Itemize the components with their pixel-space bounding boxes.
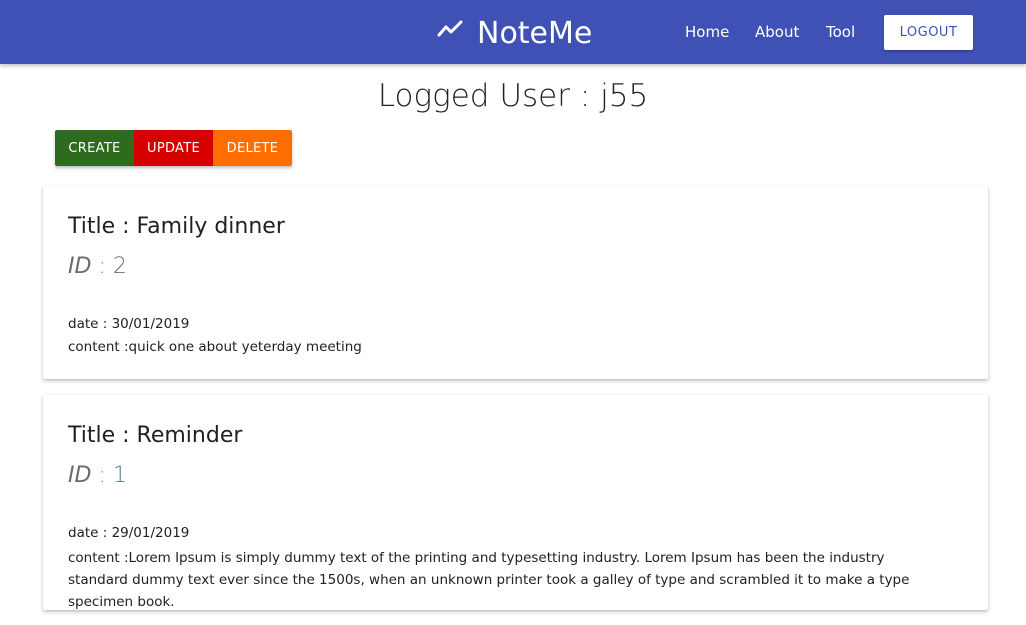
note-id-label: ID xyxy=(68,254,92,279)
trending-up-icon xyxy=(437,20,463,37)
update-button[interactable]: UPDATE xyxy=(134,130,213,166)
nav-link-tool[interactable]: Tool xyxy=(826,23,855,41)
note-title: Title : Reminder xyxy=(68,423,243,448)
note-title: Title : Family dinner xyxy=(68,214,285,239)
brand-logo[interactable]: NoteMe xyxy=(437,13,592,53)
nav-link-about[interactable]: About xyxy=(755,23,799,41)
note-id-value: : 2 xyxy=(98,254,127,279)
note-card[interactable]: Title : Reminder ID : 1 date : 29/01/201… xyxy=(43,395,988,610)
brand-name: NoteMe xyxy=(477,15,593,51)
logout-button[interactable]: LOGOUT xyxy=(884,15,973,50)
note-content: content :quick one about yeterday meetin… xyxy=(68,339,362,355)
page-title: Logged User : j55 xyxy=(377,78,649,114)
delete-button[interactable]: DELETE xyxy=(213,130,292,166)
note-id-value: : 1 xyxy=(98,463,127,488)
note-date: date : 30/01/2019 xyxy=(68,316,190,332)
note-id: ID : 1 xyxy=(68,463,127,488)
note-card[interactable]: Title : Family dinner ID : 2 date : 30/0… xyxy=(43,186,988,379)
note-id-label: ID xyxy=(68,463,92,488)
note-id: ID : 2 xyxy=(68,254,127,279)
nav-link-home[interactable]: Home xyxy=(685,23,729,41)
note-content: content :Lorem Ipsum is simply dummy tex… xyxy=(68,550,910,610)
action-button-group: CREATE UPDATE DELETE xyxy=(55,130,292,166)
create-button[interactable]: CREATE xyxy=(55,130,134,166)
note-date: date : 29/01/2019 xyxy=(68,525,190,541)
top-navbar: NoteMe Home About Tool LOGOUT xyxy=(0,0,1026,64)
